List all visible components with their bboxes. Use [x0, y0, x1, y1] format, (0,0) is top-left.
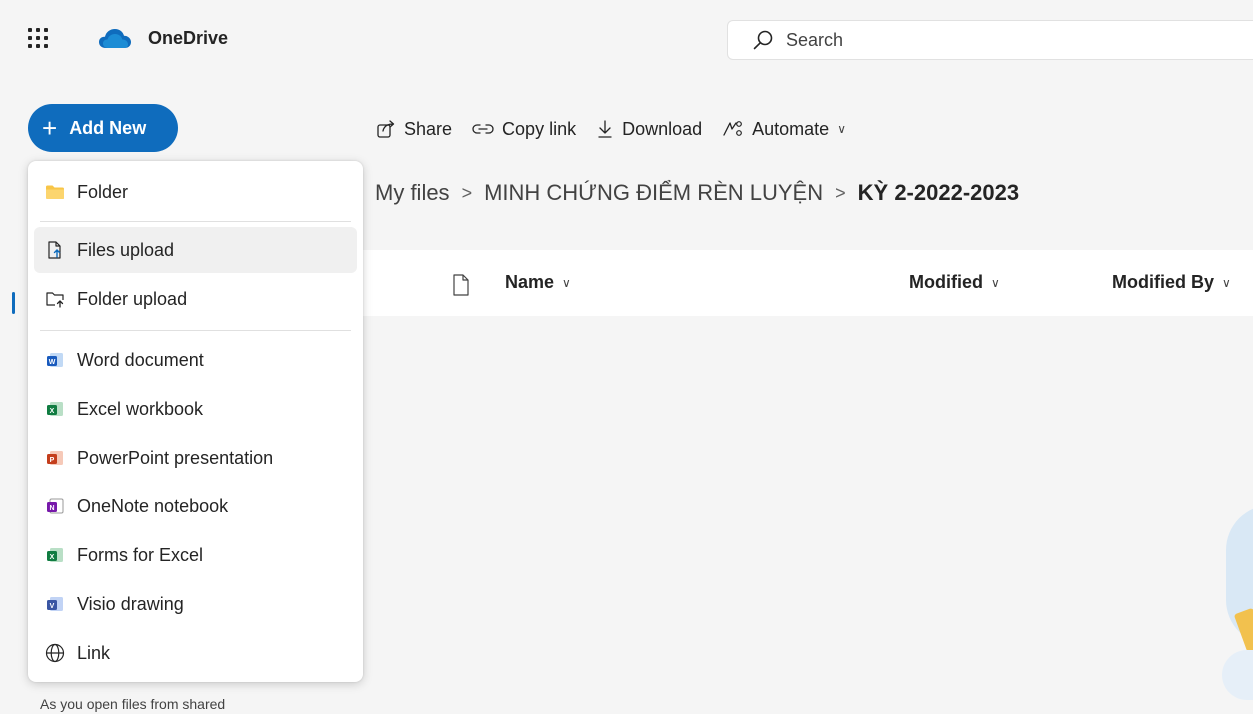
file-type-icon[interactable] — [452, 274, 470, 296]
share-button[interactable]: Share — [376, 119, 452, 140]
copy-link-label: Copy link — [502, 118, 577, 139]
svg-text:W: W — [49, 359, 56, 366]
download-label: Download — [622, 118, 703, 139]
chevron-right-icon: > — [835, 182, 846, 203]
menu-item-label: Excel workbook — [77, 399, 204, 419]
breadcrumb-my-files[interactable]: My files — [375, 180, 450, 206]
menu-item-label: OneNote notebook — [77, 496, 229, 516]
menu-item-label: Visio drawing — [77, 594, 184, 614]
onedrive-app: OneDrive + Add New Share Copy link — [0, 0, 1253, 714]
powerpoint-icon: P — [47, 451, 63, 465]
chevron-right-icon: > — [461, 182, 473, 203]
onedrive-cloud-icon — [99, 29, 131, 48]
automate-label: Automate — [752, 118, 830, 139]
menu-divider — [40, 330, 351, 331]
onenote-icon: N — [47, 498, 64, 514]
breadcrumb: My files > MINH CHỨNG ĐIỂM RÈN LUYỆN > K… — [375, 180, 1019, 206]
top-bar: OneDrive — [0, 0, 1253, 80]
files-upload-icon — [48, 241, 61, 259]
chevron-down-icon: ∨ — [1222, 275, 1231, 290]
menu-item-excel-workbook[interactable]: X Excel workbook — [34, 386, 357, 432]
menu-item-label: Forms for Excel — [77, 545, 204, 565]
search-icon — [753, 30, 773, 50]
menu-item-label: Link — [77, 643, 111, 663]
search-input[interactable] — [784, 28, 1188, 52]
brand[interactable]: OneDrive — [98, 27, 228, 49]
column-modified-label: Modified — [909, 272, 983, 292]
copy-link-button[interactable]: Copy link — [472, 119, 576, 140]
menu-item-onenote-notebook[interactable]: N OneNote notebook — [34, 483, 357, 529]
column-modified-by-label: Modified By — [1112, 272, 1214, 292]
column-header-name[interactable]: Name ∨ — [505, 272, 571, 293]
globe-icon — [45, 643, 65, 663]
empty-state-illustration-shape — [1222, 650, 1253, 700]
nav-selection-indicator — [12, 292, 15, 314]
add-new-label: Add New — [69, 117, 147, 138]
link-icon — [472, 124, 494, 134]
file-list-header: Name ∨ Modified ∨ Modified By ∨ — [345, 250, 1253, 316]
column-header-modified[interactable]: Modified ∨ — [909, 272, 1000, 293]
forms-excel-icon: X — [47, 548, 63, 562]
menu-item-forms-for-excel[interactable]: X Forms for Excel — [34, 532, 357, 578]
svg-text:X: X — [50, 554, 55, 561]
menu-item-link[interactable]: Link — [34, 630, 357, 676]
left-nav-footer-text: As you open files from shared — [40, 696, 226, 712]
app-launcher-waffle-icon[interactable] — [28, 28, 48, 48]
menu-divider — [40, 221, 351, 222]
chevron-down-icon: ∨ — [562, 275, 571, 290]
menu-item-label: Folder upload — [77, 289, 188, 309]
menu-item-word-document[interactable]: W Word document — [34, 337, 357, 383]
breadcrumb-current-folder: KỲ 2-2022-2023 — [857, 180, 1020, 205]
svg-text:N: N — [49, 505, 54, 512]
menu-item-visio-drawing[interactable]: V Visio drawing — [34, 581, 357, 627]
share-icon — [377, 120, 395, 138]
chevron-down-icon: ∨ — [837, 122, 846, 136]
command-bar: Share Copy link Download Automate ∨ — [376, 112, 866, 146]
add-new-button[interactable]: + Add New — [28, 104, 178, 152]
menu-item-folder[interactable]: Folder — [34, 169, 357, 215]
menu-item-label: Folder — [77, 182, 129, 202]
automate-flow-icon — [723, 121, 743, 136]
excel-icon: X — [47, 402, 63, 416]
add-new-menu: Folder Files upload Folder upload W Word… — [28, 161, 363, 682]
app-name: OneDrive — [148, 27, 229, 48]
share-label: Share — [404, 118, 453, 139]
word-icon: W — [47, 353, 63, 367]
folder-upload-icon — [46, 292, 64, 308]
column-name-label: Name — [505, 272, 555, 292]
visio-icon: V — [47, 597, 63, 611]
menu-item-label: Word document — [77, 350, 204, 370]
svg-text:V: V — [50, 603, 55, 610]
chevron-down-icon: ∨ — [991, 275, 1000, 290]
download-icon — [598, 120, 612, 138]
plus-icon: + — [42, 113, 58, 143]
folder-icon — [46, 185, 64, 199]
column-header-modified-by[interactable]: Modified By ∨ — [1112, 272, 1231, 293]
automate-button[interactable]: Automate ∨ — [722, 119, 846, 140]
svg-text:P: P — [50, 457, 55, 464]
menu-item-folder-upload[interactable]: Folder upload — [34, 276, 357, 322]
menu-item-label: PowerPoint presentation — [77, 448, 274, 468]
menu-item-powerpoint-presentation[interactable]: P PowerPoint presentation — [34, 435, 357, 481]
search-box[interactable] — [727, 20, 1253, 60]
breadcrumb-parent-folder[interactable]: MINH CHỨNG ĐIỂM RÈN LUYỆN — [484, 180, 823, 206]
menu-item-files-upload[interactable]: Files upload — [34, 227, 357, 273]
menu-item-label: Files upload — [77, 240, 175, 260]
download-button[interactable]: Download — [596, 119, 702, 140]
svg-text:X: X — [50, 408, 55, 415]
